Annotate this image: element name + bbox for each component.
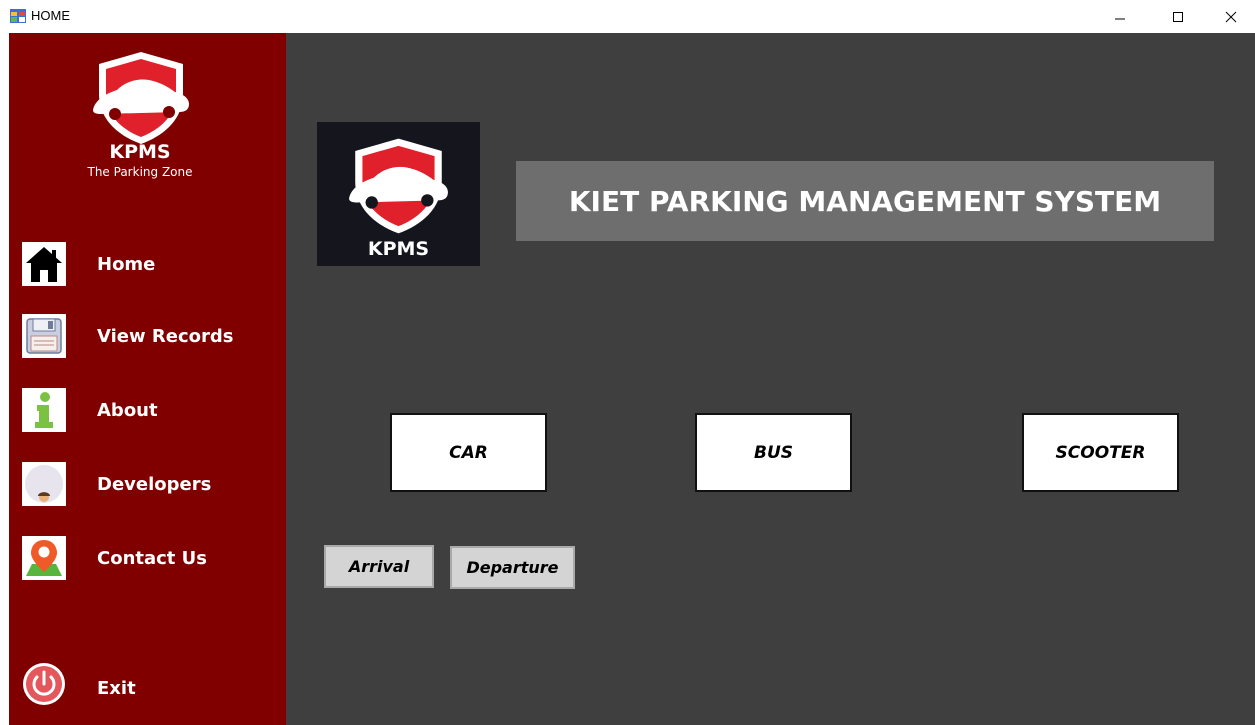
bus-button[interactable]: BUS <box>695 413 852 492</box>
power-icon <box>23 663 65 705</box>
minimize-button[interactable] <box>1097 0 1143 33</box>
kpms-logo-icon <box>93 52 189 144</box>
exit-label: Exit <box>97 678 136 699</box>
close-icon <box>1225 11 1237 22</box>
departure-button[interactable]: Departure <box>450 546 575 589</box>
sidebar-item-label: About <box>97 400 158 421</box>
info-icon <box>35 392 53 428</box>
sidebar-item-home[interactable]: Home <box>22 242 272 286</box>
title-bar: HOME <box>0 0 1255 33</box>
bus-button-label: BUS <box>753 442 793 463</box>
close-button[interactable] <box>1208 0 1254 33</box>
logo-text: KPMS <box>367 238 430 260</box>
car-button[interactable]: CAR <box>390 413 547 492</box>
minimize-icon <box>1115 18 1125 19</box>
departure-button-label: Departure <box>466 558 559 577</box>
sidebar-item-view-records[interactable]: View Records <box>22 314 272 358</box>
sidebar-item-label: Home <box>97 254 156 275</box>
arrival-button[interactable]: Arrival <box>324 545 434 588</box>
maximize-icon <box>1173 11 1183 22</box>
car-button-label: CAR <box>449 442 488 463</box>
maximize-button[interactable] <box>1155 0 1201 33</box>
main-logo: KPMS <box>317 122 480 266</box>
app-window-icon <box>10 9 26 23</box>
avatar-icon <box>25 465 63 503</box>
brand-tagline: The Parking Zone <box>87 165 193 179</box>
exit-button[interactable]: Exit <box>22 662 272 706</box>
system-title: KIET PARKING MANAGEMENT SYSTEM <box>568 184 1162 218</box>
sidebar-item-contact-us[interactable]: Contact Us <box>22 536 272 580</box>
kpms-logo-icon <box>349 138 448 234</box>
sidebar-item-label: View Records <box>97 326 234 347</box>
arrival-button-label: Arrival <box>348 557 410 576</box>
system-title-banner: KIET PARKING MANAGEMENT SYSTEM <box>516 161 1214 241</box>
window-title: HOME <box>31 8 70 23</box>
brand-name: KPMS <box>109 141 171 163</box>
sidebar-item-developers[interactable]: Developers <box>22 462 272 506</box>
scooter-button-label: SCOOTER <box>1055 442 1146 463</box>
main-panel: KPMS KIET PARKING MANAGEMENT SYSTEM CAR … <box>286 33 1255 725</box>
scooter-button[interactable]: SCOOTER <box>1022 413 1179 492</box>
sidebar: KPMS The Parking Zone Home View Records <box>9 33 286 725</box>
floppy-disk-icon <box>26 318 62 354</box>
sidebar-item-label: Contact Us <box>97 548 208 569</box>
sidebar-item-label: Developers <box>97 474 212 495</box>
home-icon <box>26 247 62 282</box>
map-pin-icon <box>26 540 62 576</box>
sidebar-item-about[interactable]: About <box>22 388 272 432</box>
